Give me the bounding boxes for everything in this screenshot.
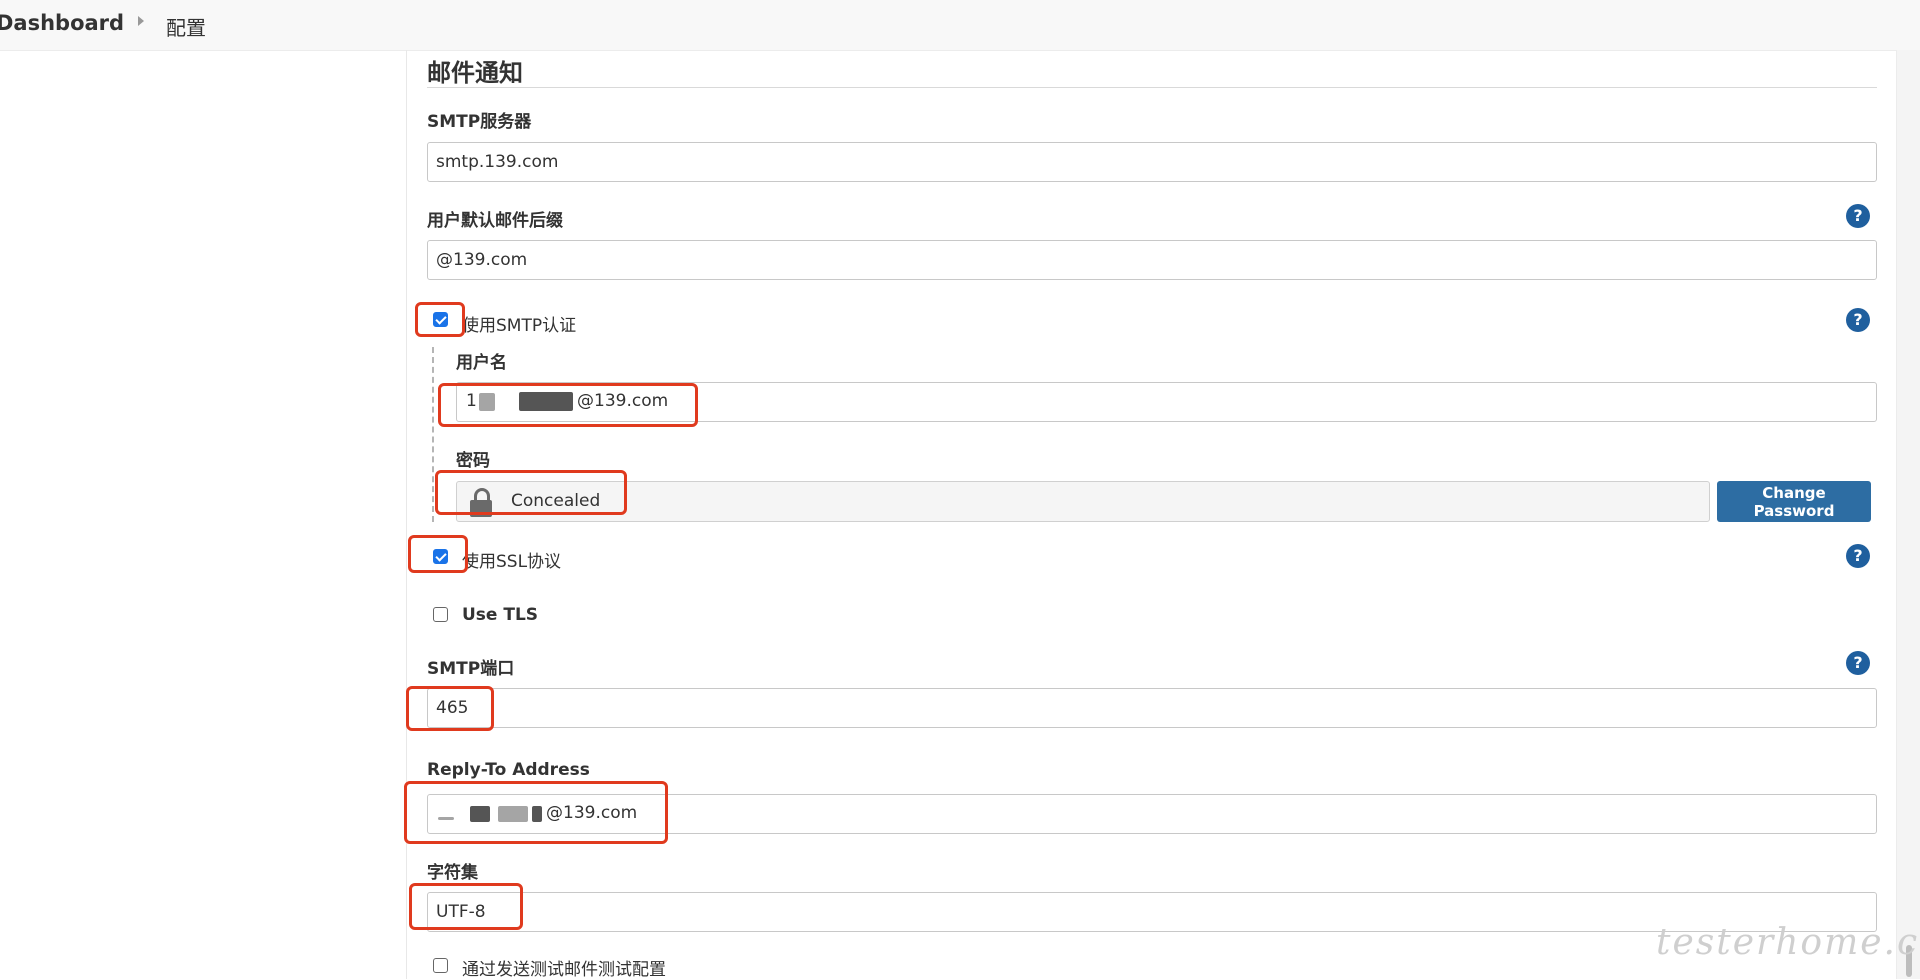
ssl-label: 使用SSL协议 bbox=[462, 552, 562, 572]
breadcrumb-bar: Dashboard 配置 bbox=[0, 0, 1920, 51]
password-field[interactable]: Concealed bbox=[456, 481, 1710, 522]
change-password-button[interactable]: Change Password bbox=[1717, 481, 1871, 522]
smtp-auth-label: 使用SMTP认证 bbox=[462, 316, 577, 336]
default-suffix-input[interactable] bbox=[427, 240, 1877, 280]
default-suffix-help-icon[interactable]: ? bbox=[1846, 204, 1870, 228]
username-label: 用户名 bbox=[456, 353, 507, 373]
reply-to-label: Reply-To Address bbox=[427, 760, 590, 780]
breadcrumb-config: 配置 bbox=[166, 16, 206, 40]
default-suffix-label: 用户默认邮件后缀 bbox=[427, 211, 563, 231]
password-label: 密码 bbox=[456, 451, 490, 471]
scrollbar-track[interactable] bbox=[1897, 50, 1920, 979]
tls-label: Use TLS bbox=[462, 605, 539, 625]
smtp-server-input[interactable] bbox=[427, 142, 1877, 182]
smtp-port-input[interactable] bbox=[427, 688, 1877, 728]
section-title: 邮件通知 bbox=[427, 59, 523, 87]
highlight-reply-to bbox=[404, 781, 668, 844]
tls-checkbox[interactable] bbox=[433, 607, 448, 622]
test-config-checkbox[interactable] bbox=[433, 958, 448, 973]
smtp-auth-help-icon[interactable]: ? bbox=[1846, 308, 1870, 332]
breadcrumb-chevron-icon bbox=[138, 16, 144, 26]
highlight-ssl bbox=[408, 535, 468, 573]
smtp-port-help-icon[interactable]: ? bbox=[1846, 651, 1870, 675]
highlight-port bbox=[406, 686, 494, 731]
highlight-password bbox=[435, 470, 627, 515]
smtp-port-label: SMTP端口 bbox=[427, 659, 515, 679]
highlight-username bbox=[438, 383, 698, 427]
breadcrumb-dashboard-link[interactable]: Dashboard bbox=[0, 11, 124, 35]
smtp-server-label: SMTP服务器 bbox=[427, 112, 532, 132]
nested-auth-guide bbox=[432, 347, 434, 522]
highlight-charset bbox=[409, 883, 523, 930]
highlight-smtp-auth bbox=[415, 302, 465, 337]
test-config-label: 通过发送测试邮件测试配置 bbox=[462, 960, 666, 980]
section-divider bbox=[427, 87, 1877, 88]
ssl-help-icon[interactable]: ? bbox=[1846, 544, 1870, 568]
charset-label: 字符集 bbox=[427, 863, 478, 883]
watermark: testerhome.com bbox=[1656, 922, 1920, 963]
